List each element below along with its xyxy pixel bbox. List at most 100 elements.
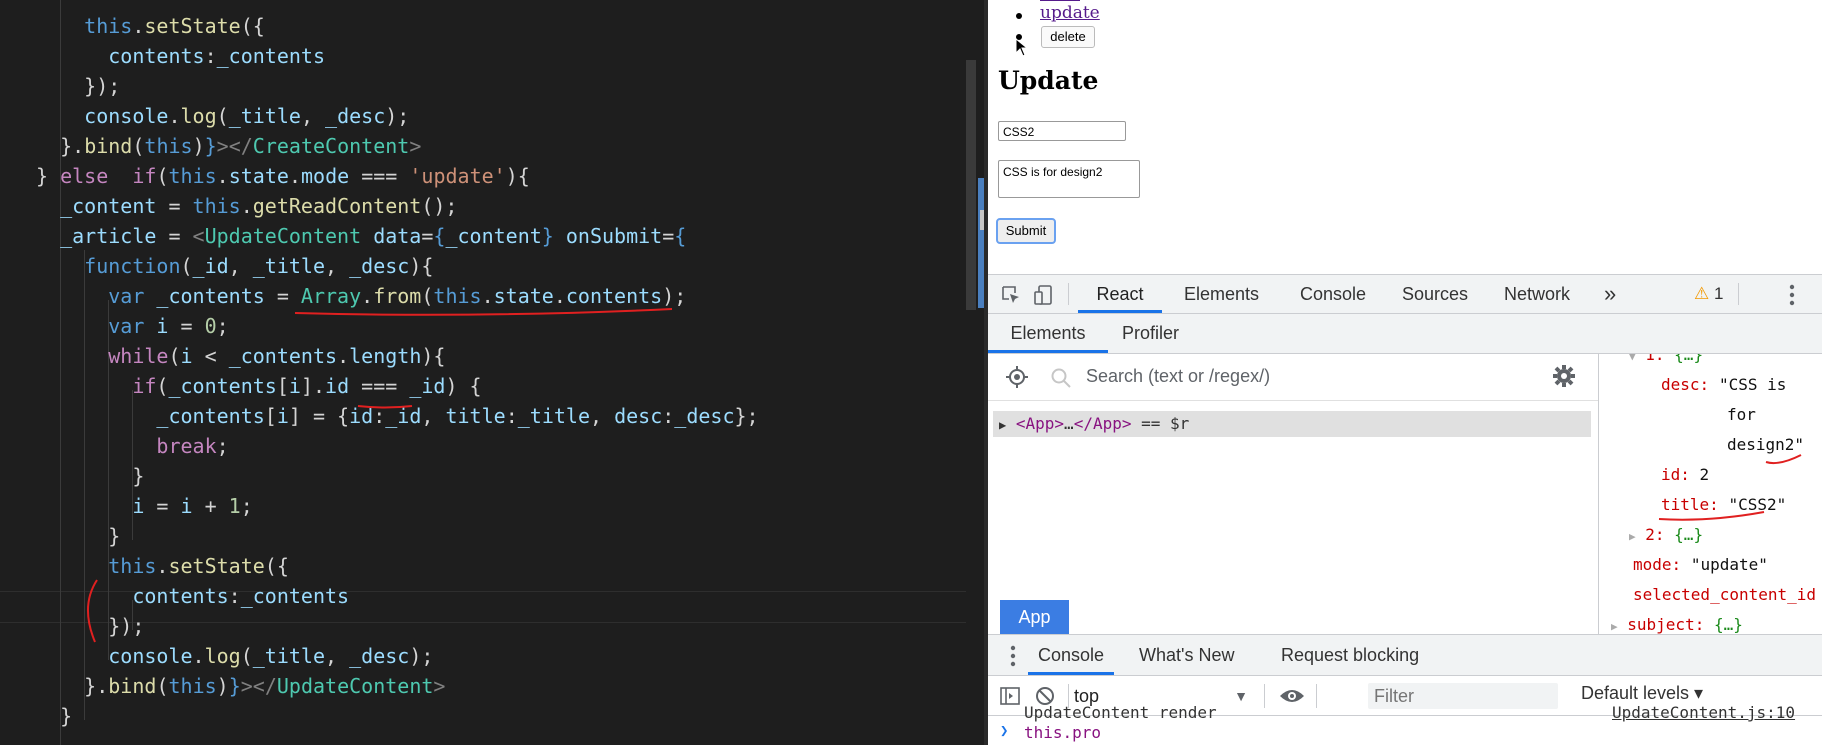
title-input[interactable]: CSS2 <box>998 121 1126 141</box>
code-token: length <box>349 344 422 368</box>
code-token: _contents <box>168 374 277 398</box>
code-line[interactable]: this.setState({ <box>36 11 265 41</box>
prop-title: title: "CSS2" <box>1661 490 1786 520</box>
code-line[interactable]: }.bind(this)}></CreateContent> <box>36 131 421 161</box>
code-token: this <box>192 194 241 218</box>
inspect-element-icon[interactable] <box>1000 284 1022 306</box>
code-line[interactable]: }); <box>36 71 120 101</box>
code-token: Array <box>300 284 362 308</box>
expand-arrow-icon[interactable]: ▶ <box>999 418 1006 432</box>
drawer-tab-request-blocking[interactable]: Request blocking <box>1281 635 1419 675</box>
code-token: this <box>433 284 482 308</box>
code-token: = <box>168 314 205 338</box>
code-line[interactable]: _article = <UpdateContent data={_content… <box>36 221 686 251</box>
code-line[interactable]: } else if(this.state.mode === 'update'){ <box>36 161 530 191</box>
code-token: console <box>84 104 169 128</box>
code-line[interactable]: } <box>36 701 72 731</box>
code-line[interactable]: function(_id, _title, _desc){ <box>36 251 433 281</box>
console-output[interactable]: UpdateContent render UpdateContent.js:10… <box>988 703 1822 745</box>
code-token: . <box>553 284 566 308</box>
code-line[interactable]: _content = this.getReadContent(); <box>36 191 457 221</box>
console-source-link[interactable]: UpdateContent.js:10 <box>1612 703 1795 722</box>
show-sidebar-icon[interactable] <box>999 685 1021 707</box>
console-filter-input[interactable]: Filter <box>1368 683 1558 709</box>
prop-key: title: <box>1661 495 1719 514</box>
mouse-cursor-icon <box>1015 38 1029 57</box>
prop-value: "CSS2" <box>1728 495 1787 514</box>
tab-react-elements[interactable]: Elements <box>988 314 1108 353</box>
tab-react[interactable]: React <box>1078 275 1162 313</box>
more-tabs-button[interactable]: » <box>1604 275 1616 313</box>
editor-scroll-thumb[interactable] <box>966 60 976 310</box>
code-token: _title <box>228 104 301 128</box>
console-input[interactable]: this.pro <box>1024 723 1101 742</box>
code-token: this <box>144 134 193 158</box>
prop-key: id: <box>1661 465 1690 484</box>
code-line[interactable]: }); <box>36 611 144 641</box>
tree-search-input[interactable]: Search (text or /regex/) <box>1086 366 1270 387</box>
kebab-menu-icon[interactable] <box>1789 284 1795 306</box>
delete-button[interactable]: delete <box>1041 26 1095 48</box>
code-line[interactable]: }.bind(this)}></UpdateContent> <box>36 671 445 701</box>
expand-arrow-icon: ▶ <box>1629 530 1636 543</box>
code-line[interactable]: console.log(_title, _desc); <box>36 641 433 671</box>
gear-icon[interactable] <box>1552 364 1576 388</box>
breadcrumb-app[interactable]: App <box>1000 600 1069 634</box>
code-token: _id <box>409 374 446 398</box>
live-expression-eye-icon[interactable] <box>1278 686 1306 706</box>
code-line[interactable]: var i = 0; <box>36 311 228 341</box>
prop-item-2[interactable]: ▶ 2: {…} <box>1629 520 1703 552</box>
code-token: id <box>349 404 374 428</box>
code-token: [ <box>264 404 277 428</box>
tab-elements[interactable]: Elements <box>1184 275 1259 313</box>
code-line[interactable]: contents:_contents <box>36 41 325 71</box>
tab-sources[interactable]: Sources <box>1402 275 1468 313</box>
code-token: _article <box>60 224 157 248</box>
drawer-tab-console[interactable]: Console <box>1028 635 1114 675</box>
prop-subject[interactable]: ▶ subject: {…} <box>1611 610 1743 634</box>
code-line[interactable]: console.log(_title, _desc); <box>36 101 409 131</box>
tab-console[interactable]: Console <box>1300 275 1366 313</box>
tab-network[interactable]: Network <box>1504 275 1570 313</box>
tree-row-app[interactable]: ▶ <App>…</App> == $r <box>993 411 1591 437</box>
code-token: = <box>144 494 181 518</box>
code-line[interactable]: i = i + 1; <box>36 491 252 521</box>
code-token: , <box>421 404 446 428</box>
code-token: i <box>276 404 289 428</box>
code-line[interactable]: contents:_contents <box>36 581 349 611</box>
code-token: > <box>409 134 422 158</box>
code-line[interactable]: _contents[i] = {id:_id, title:_title, de… <box>36 401 758 431</box>
drawer-menu-icon[interactable] <box>1010 645 1016 667</box>
code-token: ) <box>216 674 229 698</box>
code-line[interactable]: while(i < _contents.length){ <box>36 341 445 371</box>
code-token: contents <box>565 284 663 308</box>
code-token: break <box>156 434 217 458</box>
code-token: ( <box>421 284 434 308</box>
device-toolbar-icon[interactable] <box>1032 283 1056 307</box>
code-token: _desc <box>349 644 410 668</box>
update-link[interactable]: update <box>1040 3 1100 23</box>
code-line[interactable]: } <box>36 521 120 551</box>
code-line[interactable]: } <box>36 461 144 491</box>
code-line[interactable]: break; <box>36 431 228 461</box>
warnings-counter[interactable]: ⚠ 1 <box>1694 275 1723 313</box>
code-line[interactable]: var _contents = Array.from(this.state.co… <box>36 281 686 311</box>
select-component-icon[interactable] <box>1005 365 1029 389</box>
drawer-tab-whats-new[interactable]: What's New <box>1139 635 1234 675</box>
submit-button[interactable]: Submit <box>996 218 1056 244</box>
code-line[interactable]: if(_contents[i].id === _id) { <box>36 371 481 401</box>
code-token: from <box>373 284 422 308</box>
code-token: ({ <box>264 554 289 578</box>
code-token: if <box>132 374 157 398</box>
desc-textarea[interactable]: CSS is for design2 <box>998 160 1140 198</box>
code-token: { <box>674 224 687 248</box>
code-editor[interactable]: this.setState({ contents:_contents }); c… <box>0 0 988 745</box>
prop-value: {…} <box>1674 525 1704 544</box>
default-levels-dropdown[interactable]: Default levels ▾ <box>1581 683 1703 704</box>
tab-profiler[interactable]: Profiler <box>1122 314 1179 353</box>
code-line[interactable]: this.setState({ <box>36 551 289 581</box>
